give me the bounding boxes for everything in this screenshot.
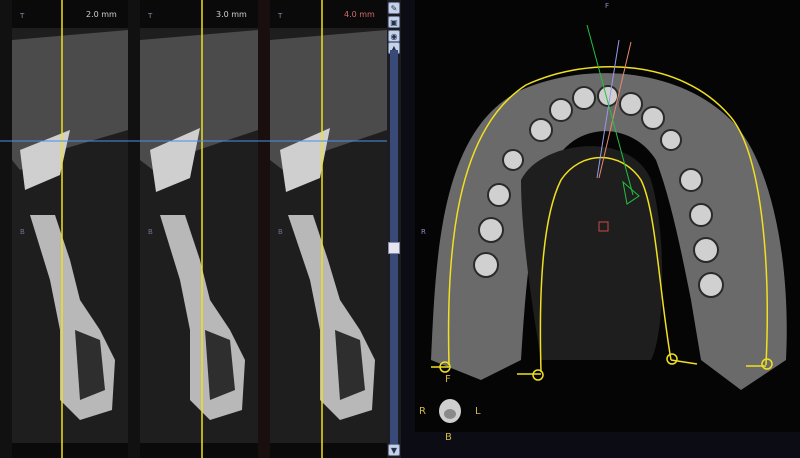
skull-orientation-icon: [439, 399, 461, 423]
top-label: T: [148, 12, 153, 20]
slice-thickness: 2.0 mm: [86, 10, 117, 19]
orientation-bottom-label: B: [445, 432, 452, 443]
zoom-icon[interactable]: ◉: [388, 30, 400, 42]
slice-thickness: 3.0 mm: [216, 10, 247, 19]
top-label: T: [20, 12, 25, 20]
top-label: T: [278, 12, 283, 20]
axial-left-label: R: [421, 228, 426, 236]
scroll-thumb[interactable]: [388, 242, 400, 254]
axial-view[interactable]: F R F R L B: [401, 0, 800, 458]
axial-top-label: F: [605, 2, 610, 10]
slice-thickness: 4.0 mm: [344, 10, 375, 19]
scroll-down-button[interactable]: ▼: [388, 444, 400, 456]
bottom-label: B: [20, 228, 25, 236]
cross-section-panel-1[interactable]: T 2.0 mm B: [0, 0, 128, 458]
axial-image: [431, 24, 787, 390]
landmark-label: F: [445, 374, 451, 385]
save-icon[interactable]: ▣: [388, 16, 400, 28]
pencil-tool-icon[interactable]: ✎: [388, 2, 400, 14]
cross-section-panel-2[interactable]: T 3.0 mm B: [128, 0, 258, 458]
bottom-label: B: [148, 228, 153, 236]
orientation-right-label: R: [419, 406, 426, 417]
bottom-label: B: [278, 228, 283, 236]
cross-section-panel-3[interactable]: T 4.0 mm B: [258, 0, 387, 458]
orientation-left-label: L: [475, 406, 481, 417]
